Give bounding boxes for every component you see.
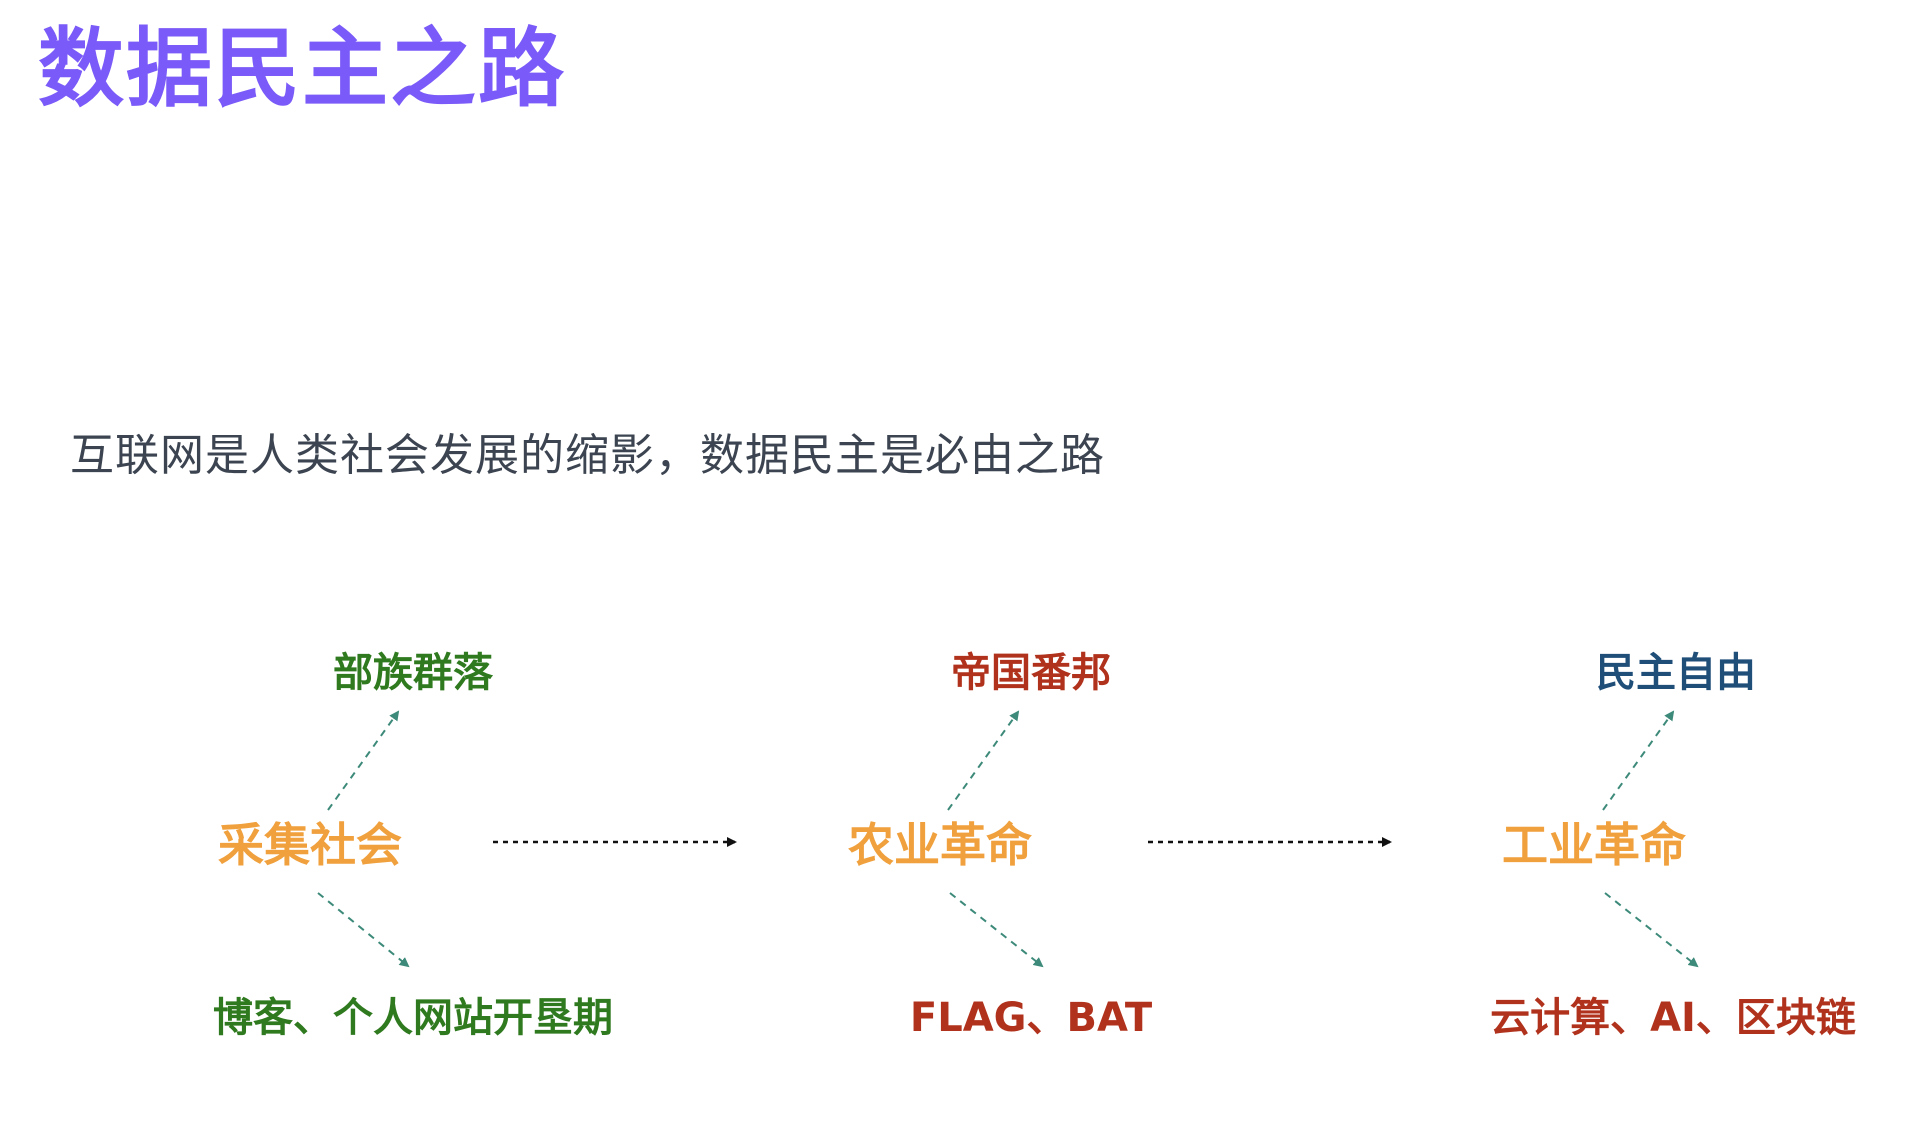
branch-up-arrow-2 bbox=[947, 710, 1020, 811]
lower-label-1: 博客、个人网站开垦期 bbox=[213, 995, 613, 1041]
branch-down-arrow-3 bbox=[1604, 892, 1699, 968]
upper-label-2: 帝国番邦 bbox=[951, 650, 1111, 696]
stage-label-1: 采集社会 bbox=[218, 818, 402, 872]
upper-label-3: 民主自由 bbox=[1596, 650, 1756, 696]
branch-down-arrow-2 bbox=[949, 892, 1044, 968]
stage-label-3: 工业革命 bbox=[1502, 818, 1686, 872]
branch-up-arrow-3 bbox=[1602, 710, 1675, 811]
stage-label-2: 农业革命 bbox=[848, 818, 1032, 872]
branch-down-arrow-1 bbox=[317, 892, 410, 968]
lower-label-2: FLAG、BAT bbox=[909, 995, 1153, 1041]
branch-up-arrow-1 bbox=[327, 710, 400, 811]
upper-label-1: 部族群落 bbox=[333, 650, 493, 696]
diagram-arrows bbox=[317, 710, 1699, 968]
lower-label-3: 云计算、AI、区块链 bbox=[1490, 995, 1856, 1041]
